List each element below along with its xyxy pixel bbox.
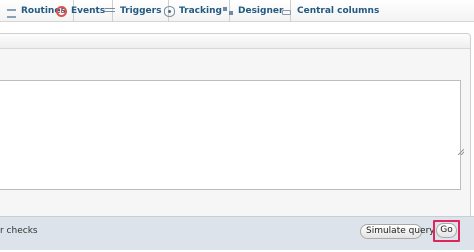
central-columns-icon xyxy=(282,6,293,17)
clock-icon xyxy=(56,5,67,17)
tab-tracking-label: Tracking xyxy=(179,6,222,16)
triggers-icon xyxy=(105,6,116,17)
routines-icon xyxy=(6,6,17,18)
sql-query-editor[interactable] xyxy=(0,80,461,190)
eye-icon xyxy=(164,5,175,17)
top-tab-bar: Routines Events Triggers Tracking Design… xyxy=(0,0,474,22)
tab-central-columns-label: Central columns xyxy=(297,6,380,16)
resize-grip-icon[interactable] xyxy=(458,149,464,155)
simulate-query-button[interactable]: Simulate query xyxy=(360,224,435,239)
tab-triggers-label: Triggers xyxy=(120,6,162,16)
go-button[interactable]: Go xyxy=(436,223,457,238)
panel-header xyxy=(0,34,470,49)
query-footer-bar: r checks Simulate query Go xyxy=(0,216,474,250)
designer-icon xyxy=(223,6,234,17)
sql-query-panel xyxy=(0,33,471,247)
tab-central-columns[interactable]: Central columns xyxy=(276,0,386,22)
foreign-key-checks-label: r checks xyxy=(0,226,38,236)
